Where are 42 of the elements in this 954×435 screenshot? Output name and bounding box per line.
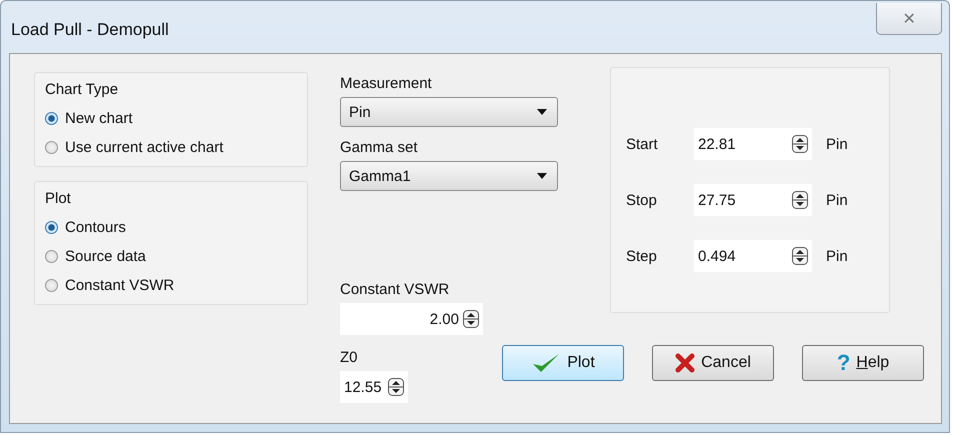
unit-label: Pin [826,192,848,208]
caret-icon [537,173,547,179]
field-label: Constant VSWR [340,281,450,298]
field-label: Measurement [340,75,432,92]
radio-button[interactable] [45,112,58,125]
cross-icon [675,353,696,373]
number-input-field[interactable]: 27.75 [698,192,738,208]
field-label: Stop [626,192,658,208]
vswr-input-field[interactable]: 2.00 [419,310,459,328]
help-button[interactable]: ? Help [802,345,924,381]
measurement-dropdown[interactable]: Pin [340,97,558,127]
unit-label: Pin [826,136,848,152]
spin-arrows-icon[interactable] [463,310,479,328]
radio-label[interactable]: New chart [65,110,133,127]
spin-arrows-icon[interactable] [792,247,808,265]
radio-label[interactable]: Source data [65,248,146,265]
caret-icon [537,109,547,115]
group-title: Chart Type [45,81,120,98]
close-button[interactable]: ✕ [876,3,942,35]
field-label: Gamma set [340,139,418,156]
radio-label[interactable]: Contours [65,219,126,236]
radio-button[interactable] [45,141,58,154]
field-label: Step [626,248,658,264]
group-title: Plot [45,190,72,207]
radio-button[interactable] [45,221,58,234]
spin-arrows-icon[interactable] [792,135,808,153]
field-label: Start [626,136,659,152]
radio-label[interactable]: Use current active chart [65,139,224,156]
cancel-button[interactable]: Cancel [652,345,774,381]
field-label: Z0 [340,349,358,366]
plot-button[interactable]: Plot [502,345,624,381]
gamma-set-dropdown[interactable]: Gamma1 [340,161,558,191]
radio-button[interactable] [45,279,58,292]
check-icon [531,352,562,374]
spin-arrows-icon[interactable] [388,378,404,396]
unit-label: Pin [826,248,848,264]
radio-label[interactable]: Constant VSWR [65,277,174,294]
spin-arrows-icon[interactable] [792,191,808,209]
number-input-field[interactable]: 0.494 [698,248,738,264]
window-title: Load Pull - Demopull [10,19,169,40]
radio-button[interactable] [45,250,58,263]
number-input-field[interactable]: 22.81 [698,136,738,152]
